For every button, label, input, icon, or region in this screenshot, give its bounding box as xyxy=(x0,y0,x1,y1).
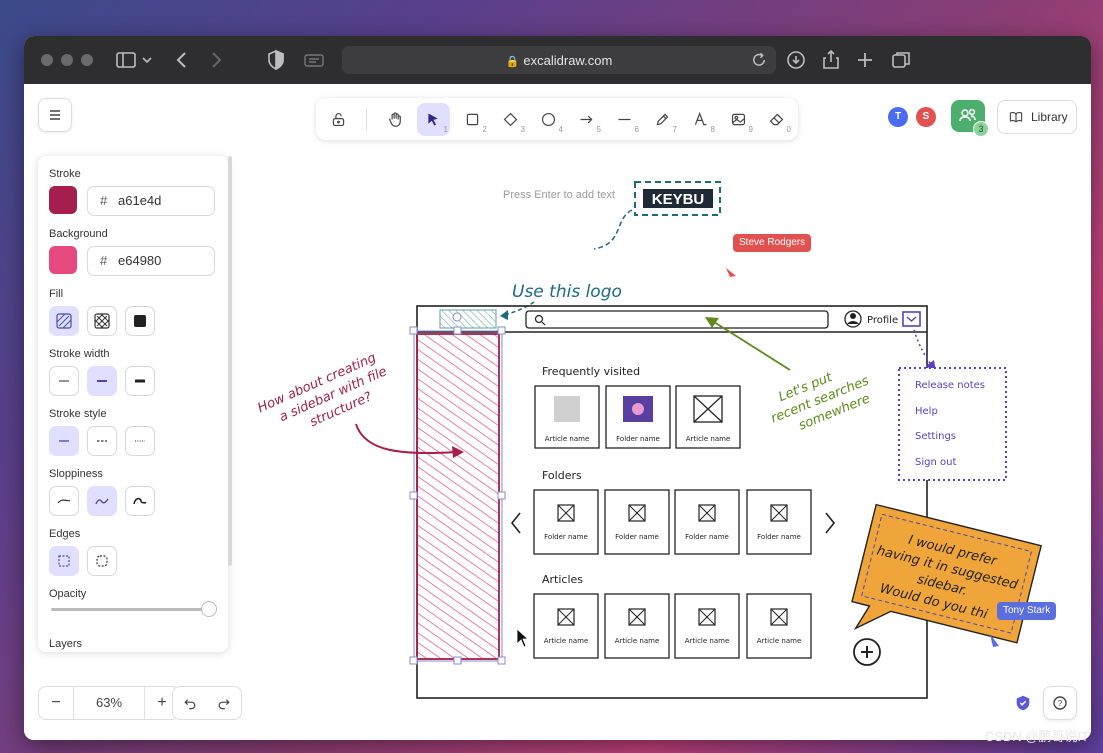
sidebar-toggle-icon[interactable] xyxy=(114,48,138,72)
tile-label: Folder name xyxy=(544,533,588,541)
logo-text: KEYBU xyxy=(652,191,705,208)
browser-window: 🔒 excalidraw.com 1 2 3 4 5 6 7 8 9 0 Pre… xyxy=(24,36,1091,740)
article-tile[interactable]: Article name xyxy=(533,593,599,659)
shield-icon[interactable] xyxy=(264,48,288,72)
reload-icon[interactable] xyxy=(750,51,768,69)
sketch-drawing[interactable]: KEYBU Use this logo Profile How about cr… xyxy=(24,84,1091,740)
tile-label: Article name xyxy=(685,637,730,645)
close-window-button[interactable] xyxy=(41,54,53,66)
folders-prev-arrow[interactable] xyxy=(510,512,521,534)
menu-item-settings[interactable]: Settings xyxy=(915,431,956,442)
tile-label: Article name xyxy=(615,637,660,645)
section-title-articles: Articles xyxy=(542,573,583,586)
section-title-folders: Folders xyxy=(542,469,582,482)
tile-label: Article name xyxy=(686,435,731,443)
share-icon[interactable] xyxy=(819,48,843,72)
tile-label: Article name xyxy=(757,637,802,645)
collaborator-label-tony: Tony Stark xyxy=(997,602,1057,620)
folder-tile[interactable]: Folder name xyxy=(604,489,670,555)
folder-tile[interactable]: Folder name xyxy=(533,489,599,555)
tile-label: Folder name xyxy=(616,435,660,443)
mouse-cursor xyxy=(516,628,530,648)
address-bar[interactable]: 🔒 excalidraw.com xyxy=(342,46,776,74)
url-text: excalidraw.com xyxy=(523,53,613,68)
frequent-tile[interactable]: Article name xyxy=(534,385,600,449)
new-tab-icon[interactable] xyxy=(853,48,877,72)
watermark: CSDN @鹏哥说IT xyxy=(984,729,1089,744)
back-icon[interactable] xyxy=(170,48,194,72)
folder-tile[interactable]: Folder name xyxy=(746,489,812,555)
cursor-steve xyxy=(726,268,736,277)
tile-label: Article name xyxy=(544,637,589,645)
menu-item-sign-out[interactable]: Sign out xyxy=(915,457,956,468)
tile-label: Article name xyxy=(545,435,590,443)
reader-icon[interactable] xyxy=(302,48,326,72)
folder-tile[interactable]: Folder name xyxy=(674,489,740,555)
tile-label: Folder name xyxy=(757,533,801,541)
logo-note: Use this logo xyxy=(512,282,622,302)
sidebar-rectangle[interactable] xyxy=(416,333,500,660)
tile-label: Folder name xyxy=(685,533,729,541)
minimize-window-button[interactable] xyxy=(61,54,73,66)
browser-titlebar: 🔒 excalidraw.com xyxy=(24,36,1091,84)
profile-dropdown-toggle[interactable] xyxy=(902,311,921,327)
frequent-tile[interactable]: Article name xyxy=(675,385,741,449)
tile-label: Folder name xyxy=(615,533,659,541)
folders-next-arrow[interactable] xyxy=(825,512,836,534)
download-icon[interactable] xyxy=(784,48,808,72)
excalidraw-canvas[interactable]: 1 2 3 4 5 6 7 8 9 0 Press Enter to add t… xyxy=(24,84,1091,740)
menu-item-release-notes[interactable]: Release notes xyxy=(915,380,985,391)
wireframe-search-bar[interactable] xyxy=(525,310,829,329)
logo-placeholder[interactable] xyxy=(439,309,497,329)
search-icon xyxy=(534,314,544,324)
frequent-tile[interactable]: Folder name xyxy=(605,385,671,449)
section-title-frequent: Frequently visited xyxy=(542,365,640,378)
article-tile[interactable]: Article name xyxy=(674,593,740,659)
chevron-down-icon xyxy=(906,316,917,322)
menu-item-help[interactable]: Help xyxy=(915,406,938,417)
collaborator-label-steve: Steve Rodgers xyxy=(733,234,812,252)
zoom-window-button[interactable] xyxy=(81,54,93,66)
article-tile[interactable]: Article name xyxy=(604,593,670,659)
article-tile[interactable]: Article name xyxy=(746,593,812,659)
profile-label: Profile xyxy=(867,315,898,326)
lock-icon: 🔒 xyxy=(505,56,520,68)
chevron-down-icon[interactable] xyxy=(140,48,154,72)
tabs-overview-icon[interactable] xyxy=(889,48,913,72)
forward-icon[interactable] xyxy=(204,48,228,72)
